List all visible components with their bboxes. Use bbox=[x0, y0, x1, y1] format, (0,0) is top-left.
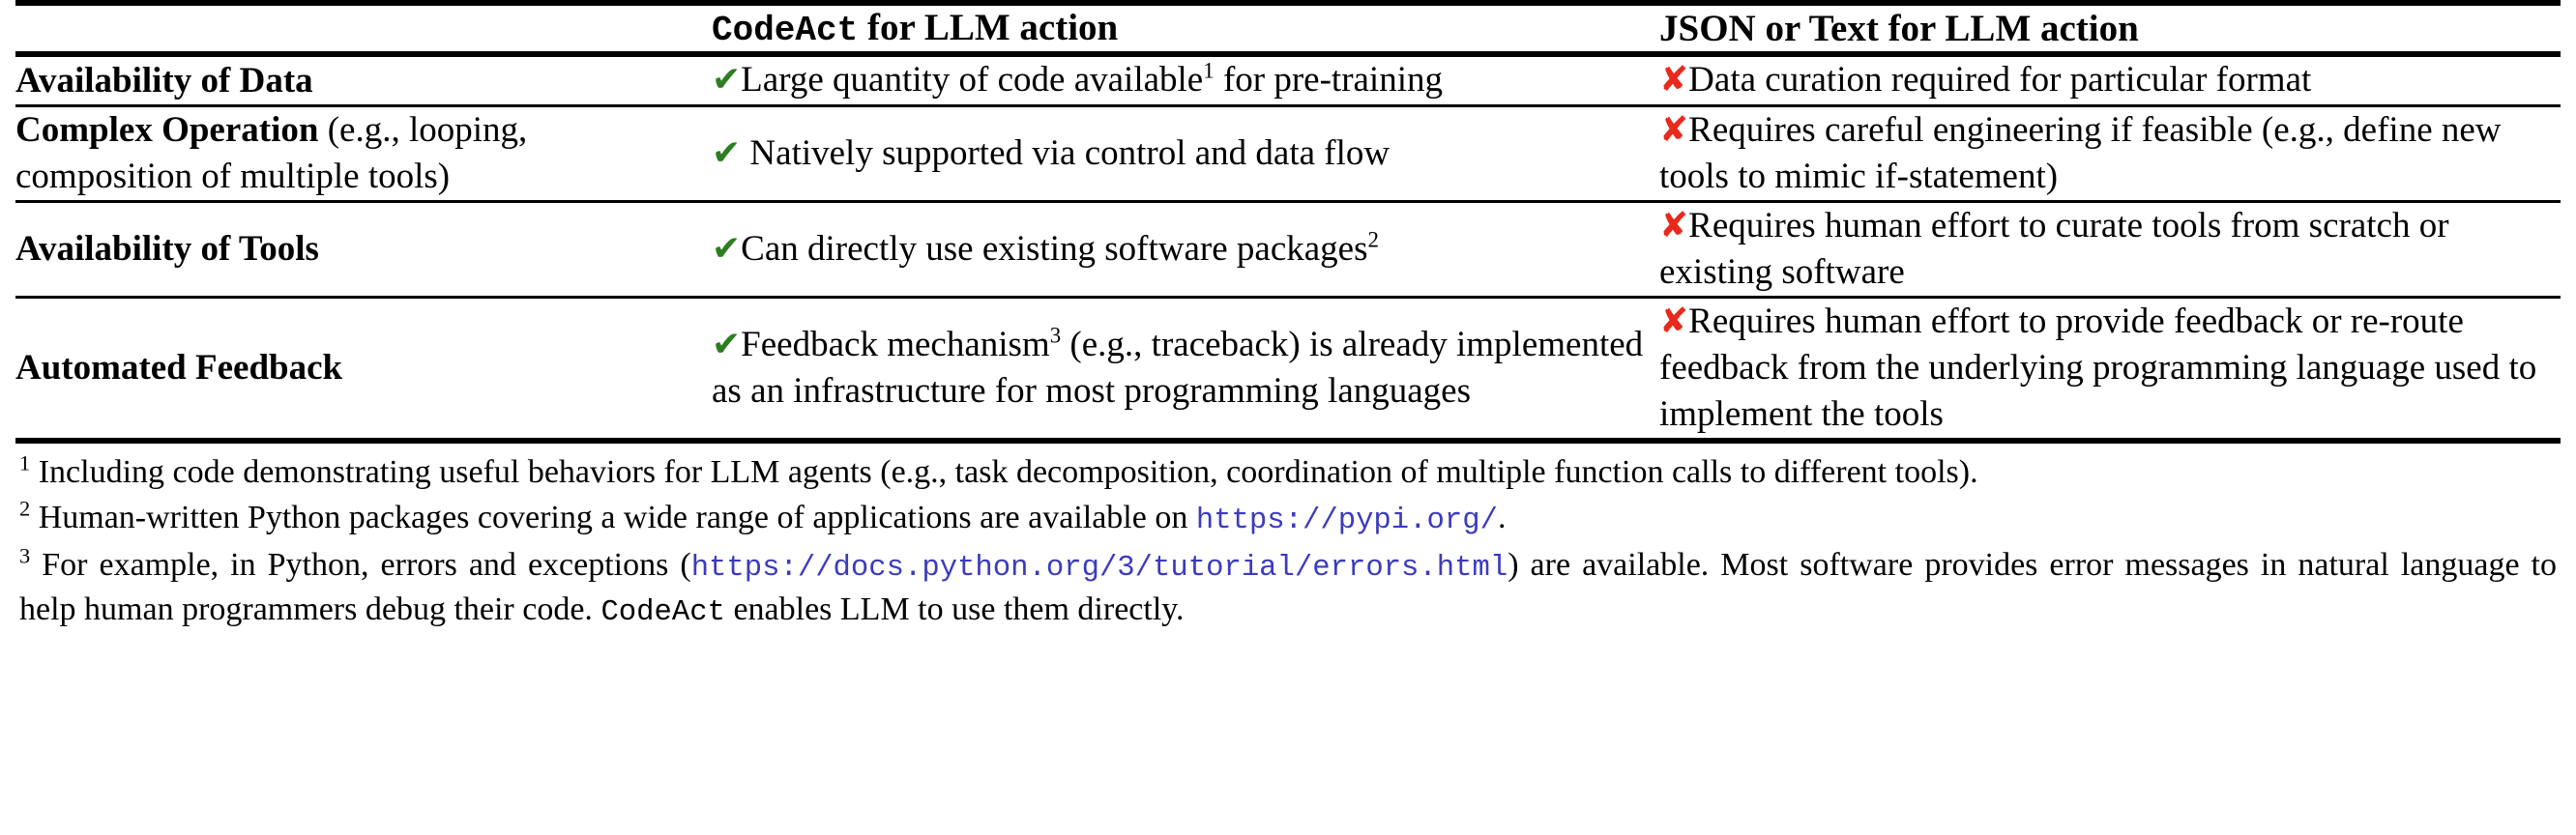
row-json-availability-of-data: ✘Data curation required for particular f… bbox=[1659, 57, 2561, 103]
header-json-column: JSON or Text for LLM action bbox=[1659, 7, 2139, 49]
footnote-1: 1 Including code demonstrating useful be… bbox=[19, 451, 2557, 494]
footnote-marker: 1 bbox=[19, 450, 31, 475]
cross-icon: ✘ bbox=[1659, 60, 1689, 101]
table-row: Availability of Tools ✔Can directly use … bbox=[15, 203, 2561, 296]
footnote-text: Including code demonstrating useful beha… bbox=[38, 454, 1978, 491]
cross-icon: ✘ bbox=[1659, 301, 1689, 341]
cross-icon: ✘ bbox=[1659, 109, 1689, 150]
row-codeact-text-post: for pre-training bbox=[1214, 60, 1443, 101]
header-codeact-mono-label: CodeAct bbox=[712, 11, 859, 50]
row-attribute-automated-feedback: Automated Feedback bbox=[15, 299, 712, 438]
check-icon: ✔ bbox=[712, 60, 742, 101]
footnote-text-post: enables LLM to use them directly. bbox=[724, 590, 1185, 627]
row-codeact-text-pre: Large quantity of code available bbox=[741, 60, 1204, 101]
row-codeact-availability-of-data: ✔Large quantity of code available1 for p… bbox=[712, 57, 1659, 103]
pypi-url-link[interactable]: https://pypi.org/ bbox=[1196, 504, 1498, 537]
comparison-table-figure: CodeAct for LLM action JSON or Text for … bbox=[0, 0, 2576, 835]
footnote-text-pre: Human-written Python packages covering a… bbox=[38, 500, 1196, 536]
row-json-text: Requires human effort to provide feedbac… bbox=[1659, 301, 2537, 435]
cross-icon: ✘ bbox=[1659, 205, 1689, 245]
footnote-marker: 2 bbox=[19, 497, 31, 522]
row-json-text: Requires careful engineering if feasible… bbox=[1659, 109, 2502, 196]
row-attribute-complex-operation: Complex Operation (e.g., looping, compos… bbox=[15, 107, 712, 200]
footnotes-block: 1 Including code demonstrating useful be… bbox=[15, 444, 2561, 632]
row-json-text: Requires human effort to curate tools fr… bbox=[1659, 205, 2449, 292]
row-codeact-automated-feedback: ✔Feedback mechanism3 (e.g., traceback) i… bbox=[712, 299, 1659, 438]
row-attribute-label: Automated Feedback bbox=[15, 348, 343, 389]
row-codeact-complex-operation: ✔ Natively supported via control and dat… bbox=[712, 107, 1659, 200]
codeact-mono-label: CodeAct bbox=[600, 595, 725, 629]
row-codeact-text-pre: Can directly use existing software packa… bbox=[741, 228, 1368, 269]
header-codeact-column: CodeAct for LLM action bbox=[712, 6, 1659, 51]
table-row: Automated Feedback ✔Feedback mechanism3 … bbox=[15, 299, 2561, 438]
header-codeact-rest-label: for LLM action bbox=[858, 7, 1119, 48]
table-row: Availability of Data ✔Large quantity of … bbox=[15, 57, 2561, 103]
row-json-complex-operation: ✘Requires careful engineering if feasibl… bbox=[1659, 107, 2561, 200]
footnote-2: 2 Human-written Python packages covering… bbox=[19, 497, 2557, 541]
row-json-availability-of-tools: ✘Requires human effort to curate tools f… bbox=[1659, 203, 2561, 296]
table-row: Complex Operation (e.g., looping, compos… bbox=[15, 107, 2561, 200]
row-attribute-availability-of-tools: Availability of Tools bbox=[15, 203, 712, 296]
row-json-text: Data curation required for particular fo… bbox=[1688, 60, 2312, 101]
comparison-table: CodeAct for LLM action JSON or Text for … bbox=[15, 6, 2561, 438]
check-icon: ✔ bbox=[712, 228, 742, 269]
footnote-ref: 1 bbox=[1203, 59, 1215, 84]
check-icon: ✔ bbox=[712, 132, 742, 173]
check-icon: ✔ bbox=[712, 324, 742, 364]
footnote-ref: 2 bbox=[1367, 227, 1379, 252]
row-attribute-label: Availability of Data bbox=[15, 60, 313, 101]
row-attribute-label: Availability of Tools bbox=[15, 229, 319, 270]
footnote-3: 3 For example, in Python, errors and exc… bbox=[19, 544, 2557, 633]
row-attribute-availability-of-data: Availability of Data bbox=[15, 57, 712, 103]
row-codeact-text-pre: Natively supported via control and data … bbox=[749, 132, 1390, 173]
footnote-text-pre: For example, in Python, errors and excep… bbox=[42, 547, 691, 584]
footnote-marker: 3 bbox=[19, 543, 31, 568]
python-docs-url-link[interactable]: https://docs.python.org/3/tutorial/error… bbox=[691, 552, 1508, 585]
row-codeact-text-pre: Feedback mechanism bbox=[741, 324, 1050, 364]
table-header-row: CodeAct for LLM action JSON or Text for … bbox=[15, 6, 2561, 51]
header-attribute-column bbox=[15, 6, 712, 51]
row-attribute-label: Complex Operation bbox=[15, 110, 319, 151]
row-codeact-availability-of-tools: ✔Can directly use existing software pack… bbox=[712, 203, 1659, 296]
row-json-automated-feedback: ✘Requires human effort to provide feedba… bbox=[1659, 299, 2561, 438]
footnote-text-post: . bbox=[1497, 500, 1507, 536]
footnote-ref: 3 bbox=[1049, 323, 1062, 348]
